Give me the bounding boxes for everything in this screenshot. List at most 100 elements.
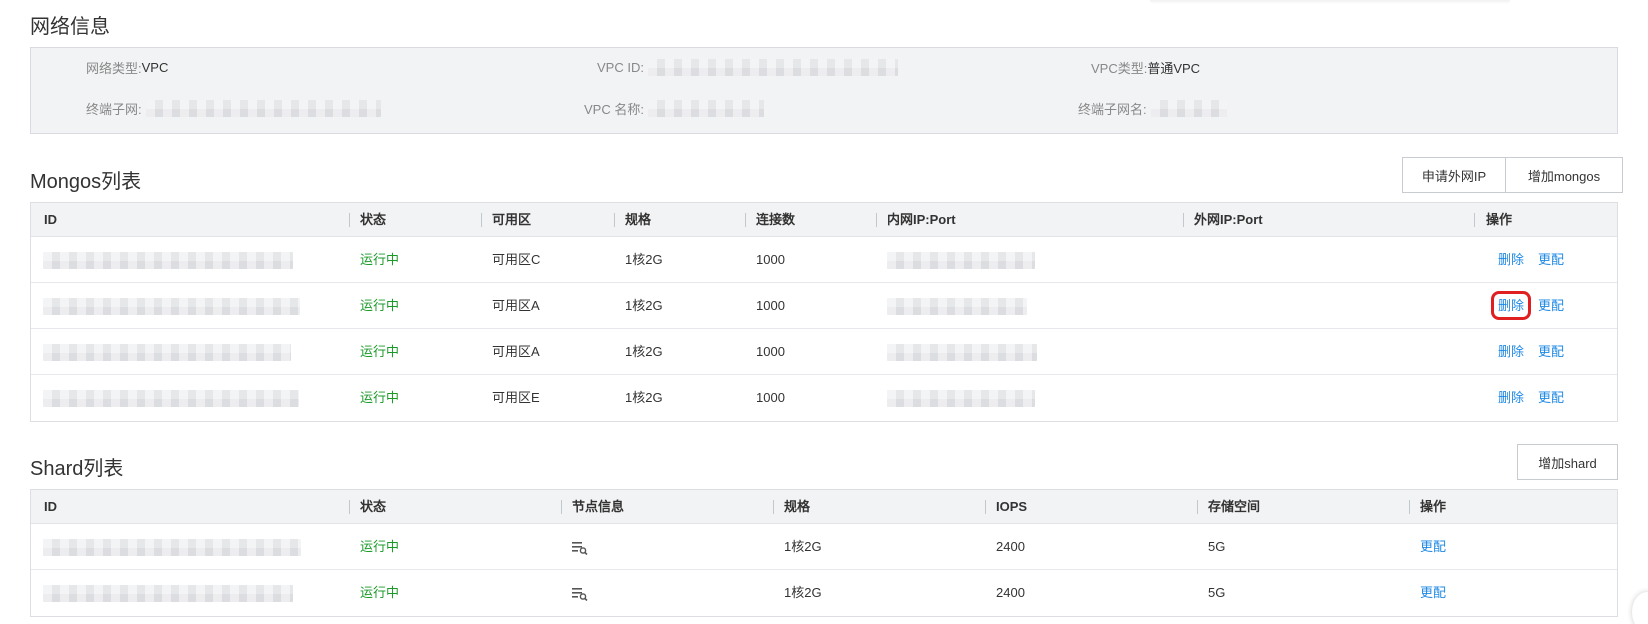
delete-link[interactable]: 删除 [1498,344,1524,359]
col-spec: 规格 [625,212,652,227]
list-search-icon[interactable] [572,587,588,601]
change-config-link[interactable]: 更配 [1538,390,1564,405]
mongos-id-redacted [43,344,291,362]
shard-table-header: ID 状态 节点信息 规格 IOPS 存储空间 操作 [31,490,1617,524]
spec-cell: 1核2G [784,585,822,600]
actions-cell: 更配 [1420,524,1446,570]
network-info-panel: 网络类型: VPC VPC ID: VPC类型: 普通VPC 终端子网: VPC… [30,47,1618,134]
change-config-link[interactable]: 更配 [1420,585,1446,600]
col-separator [561,500,562,514]
mongos-list-title: Mongos列表 [30,171,142,193]
network-type-label: 网络类型: [86,60,142,76]
internal-ip-redacted [887,252,1035,270]
col-connections: 连接数 [756,212,796,227]
vpc-name-label: VPC 名称: [584,101,644,117]
apply-public-ip-button[interactable]: 申请外网IP [1402,157,1506,193]
connections-cell: 1000 [756,298,785,313]
list-search-icon[interactable] [572,541,588,555]
actions-cell: 删除 更配 [1498,375,1564,421]
actions-cell: 删除 更配 [1490,283,1564,329]
change-config-link[interactable]: 更配 [1538,344,1564,359]
col-separator [481,213,482,227]
status-badge: 运行中 [360,298,400,313]
shard-id-redacted [43,539,301,557]
add-mongos-button[interactable]: 增加mongos [1506,157,1623,193]
status-badge: 运行中 [360,390,400,405]
storage-cell: 5G [1208,585,1226,600]
shard-table: ID 状态 节点信息 规格 IOPS 存储空间 操作 运行中 1核2G 2400… [30,489,1618,617]
storage-cell: 5G [1208,539,1226,554]
vpc-name-redacted [647,99,764,117]
zone-cell: 可用区A [492,344,540,359]
instance-detail-page: 网络信息 网络类型: VPC VPC ID: VPC类型: 普通VPC 终端子网… [0,0,1648,624]
actions-cell: 删除 更配 [1498,237,1564,283]
spec-cell: 1核2G [625,298,663,313]
table-row: 运行中 1核2G 2400 5G 更配 [31,524,1617,570]
zone-cell: 可用区C [492,252,541,267]
internal-ip-redacted [887,298,1027,316]
zone-cell: 可用区A [492,298,540,313]
terminal-subnet-name-field: 终端子网名: [1078,98,1227,118]
col-actions: 操作 [1420,499,1447,514]
actions-cell: 更配 [1420,570,1446,616]
status-badge: 运行中 [360,344,400,359]
terminal-subnet-name-label: 终端子网名: [1078,101,1147,117]
col-status: 状态 [360,212,387,227]
col-separator [1197,500,1198,514]
add-shard-button[interactable]: 增加shard [1517,444,1618,480]
col-separator [1474,213,1475,227]
table-row: 运行中 1核2G 2400 5G 更配 [31,570,1617,616]
col-iops: IOPS [996,499,1028,514]
shard-list-title: Shard列表 [30,458,124,480]
col-actions: 操作 [1486,212,1513,227]
col-status: 状态 [360,499,387,514]
vpc-type-value: 普通VPC [1147,60,1201,76]
floating-help-bubble[interactable] [1632,592,1648,624]
change-config-link[interactable]: 更配 [1538,298,1564,313]
vpc-id-redacted [647,58,898,76]
col-separator [773,500,774,514]
spec-cell: 1核2G [625,344,663,359]
top-shadow [1150,0,1510,4]
network-info-title: 网络信息 [30,16,110,38]
change-config-link[interactable]: 更配 [1538,252,1564,267]
col-separator [876,213,877,227]
vpc-name-field: VPC 名称: [584,98,764,118]
spec-cell: 1核2G [784,539,822,554]
terminal-subnet-label: 终端子网: [86,101,142,117]
col-separator [985,500,986,514]
col-separator [349,500,350,514]
table-row: 运行中 可用区A 1核2G 1000 删除 更配 [31,283,1617,329]
col-separator [1409,500,1410,514]
mongos-table: ID 状态 可用区 规格 连接数 内网IP:Port 外网IP:Port 操作 … [30,202,1618,422]
table-row: 运行中 可用区A 1核2G 1000 删除 更配 [31,329,1617,375]
network-type-field: 网络类型: VPC [86,57,168,77]
mongos-id-redacted [43,252,293,270]
connections-cell: 1000 [756,252,785,267]
iops-cell: 2400 [996,585,1025,600]
spec-cell: 1核2G [625,252,663,267]
status-badge: 运行中 [360,252,400,267]
internal-ip-redacted [887,344,1037,362]
col-separator [745,213,746,227]
col-internal-ip: 内网IP:Port [887,212,956,227]
change-config-link[interactable]: 更配 [1420,539,1446,554]
spec-cell: 1核2G [625,390,663,405]
vpc-type-field: VPC类型: 普通VPC [1091,57,1200,77]
status-badge: 运行中 [360,539,400,554]
col-storage: 存储空间 [1208,499,1261,514]
col-id: ID [44,212,57,227]
vpc-id-label: VPC ID: [597,59,644,75]
col-separator [349,213,350,227]
connections-cell: 1000 [756,390,785,405]
actions-cell: 删除 更配 [1498,329,1564,375]
delete-link[interactable]: 删除 [1498,252,1524,267]
vpc-id-field: VPC ID: [597,57,898,77]
zone-cell: 可用区E [492,390,540,405]
mongos-toolbar: 申请外网IP 增加mongos [1402,157,1623,193]
delete-link-highlighted[interactable]: 删除 [1490,291,1532,320]
shard-toolbar: 增加shard [1517,444,1618,480]
delete-link[interactable]: 删除 [1498,390,1524,405]
shard-id-redacted [43,585,293,603]
status-badge: 运行中 [360,585,400,600]
